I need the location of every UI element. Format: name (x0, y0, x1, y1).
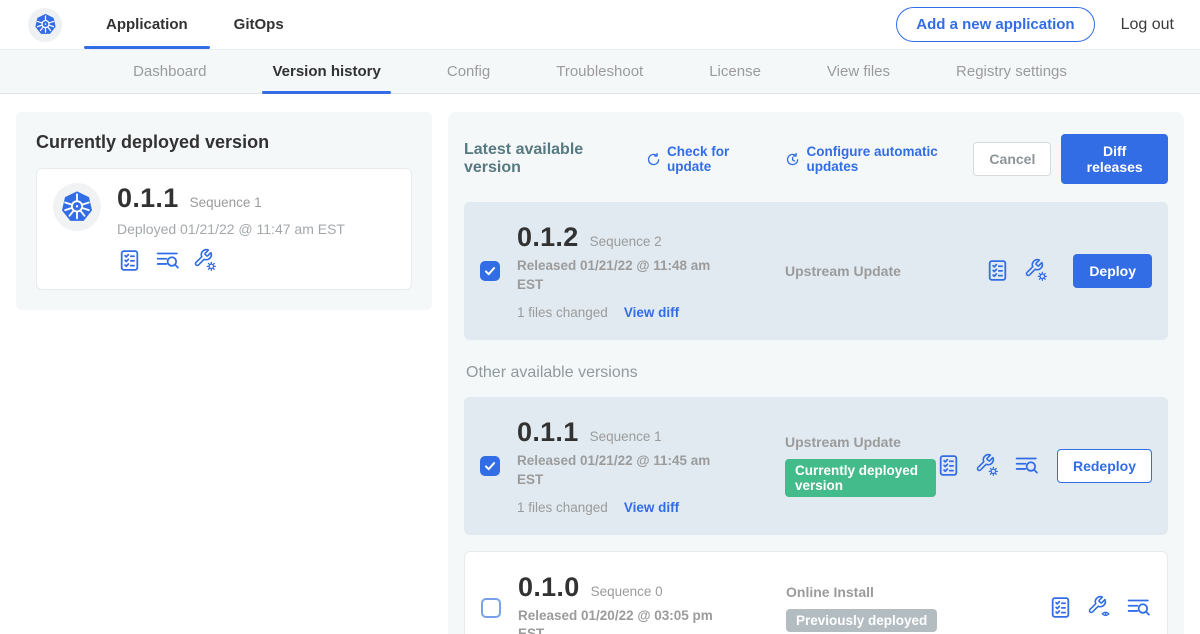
currently-deployed-panel: Currently deployed version 0.1.1 Sequenc… (16, 112, 432, 310)
tab-application-label: Application (106, 16, 188, 33)
config-wrench-eye-icon[interactable] (1087, 595, 1112, 620)
currently-deployed-badge: Currently deployed version (785, 459, 936, 497)
latest-version-title: Latest available version (464, 141, 626, 177)
app-sub-nav: Dashboard Version history Config Trouble… (0, 50, 1200, 94)
tab-gitops[interactable]: GitOps (228, 0, 290, 49)
source-label: Online Install (786, 584, 1048, 600)
released-date: Released 01/21/22 @ 11:48 am EST (517, 257, 713, 295)
other-versions-title: Other available versions (466, 364, 1166, 382)
add-application-button[interactable]: Add a new application (896, 7, 1094, 42)
tab-application[interactable]: Application (100, 0, 194, 49)
deploy-logs-icon[interactable] (1014, 453, 1039, 478)
subnav-item-license[interactable]: License (699, 50, 771, 93)
config-wrench-gear-icon[interactable] (1024, 258, 1049, 283)
version-number: 0.1.0 (518, 572, 580, 603)
view-diff-link[interactable]: View diff (624, 305, 679, 320)
preflight-checklist-icon[interactable] (985, 258, 1010, 283)
check-icon (483, 459, 497, 473)
logout-button[interactable]: Log out (1121, 16, 1174, 34)
config-wrench-gear-icon[interactable] (975, 453, 1000, 478)
version-number: 0.1.1 (517, 417, 579, 448)
kubernetes-app-icon (53, 183, 101, 231)
sequence-label: Sequence 0 (591, 584, 663, 599)
deployed-sequence-label: Sequence 1 (190, 195, 262, 210)
refresh-icon (646, 151, 661, 168)
subnav-item-dashboard[interactable]: Dashboard (123, 50, 216, 93)
clock-refresh-icon (785, 151, 800, 168)
top-nav: Application GitOps Add a new application… (0, 0, 1200, 50)
subnav-item-version-history[interactable]: Version history (262, 50, 390, 93)
version-row-0-1-0: 0.1.0 Sequence 0 Released 01/20/22 @ 03:… (464, 551, 1168, 634)
subnav-item-view-files[interactable]: View files (817, 50, 900, 93)
sequence-label: Sequence 1 (590, 429, 662, 444)
released-date: Released 01/20/22 @ 03:05 pm EST (518, 607, 714, 634)
kubernetes-logo-icon (28, 8, 62, 42)
version-checkbox[interactable] (481, 598, 501, 618)
diff-releases-button[interactable]: Diff releases (1061, 134, 1168, 184)
version-number: 0.1.2 (517, 222, 579, 253)
redeploy-button[interactable]: Redeploy (1057, 449, 1152, 483)
configure-auto-updates-link[interactable]: Configure automatic updates (785, 144, 973, 174)
latest-version-header: Latest available version Check for updat… (464, 134, 1168, 184)
sequence-label: Sequence 2 (590, 234, 662, 249)
tab-gitops-label: GitOps (234, 16, 284, 33)
source-label: Upstream Update (785, 263, 985, 279)
subnav-item-registry-settings[interactable]: Registry settings (946, 50, 1077, 93)
deploy-logs-icon[interactable] (155, 248, 180, 273)
version-checkbox[interactable] (480, 456, 500, 476)
version-history-panel: Latest available version Check for updat… (448, 112, 1184, 634)
view-diff-link[interactable]: View diff (624, 500, 679, 515)
deploy-button[interactable]: Deploy (1073, 254, 1152, 288)
preflight-checklist-icon[interactable] (117, 248, 142, 273)
check-icon (483, 264, 497, 278)
version-row-0-1-2: 0.1.2 Sequence 2 Released 01/21/22 @ 11:… (464, 202, 1168, 340)
currently-deployed-card: 0.1.1 Sequence 1 Deployed 01/21/22 @ 11:… (36, 168, 412, 290)
config-wrench-gear-icon[interactable] (193, 248, 218, 273)
released-date: Released 01/21/22 @ 11:45 am EST (517, 452, 713, 490)
deployed-version-number: 0.1.1 (117, 183, 179, 214)
version-checkbox[interactable] (480, 261, 500, 281)
main-content: Currently deployed version 0.1.1 Sequenc… (0, 94, 1200, 634)
deploy-logs-icon[interactable] (1126, 595, 1151, 620)
version-row-0-1-1: 0.1.1 Sequence 1 Released 01/21/22 @ 11:… (464, 397, 1168, 535)
currently-deployed-title: Currently deployed version (36, 132, 412, 153)
files-changed-label: 1 files changed (517, 305, 608, 320)
source-label: Upstream Update (785, 434, 936, 450)
check-for-update-link[interactable]: Check for update (646, 144, 766, 174)
preflight-checklist-icon[interactable] (936, 453, 961, 478)
subnav-item-troubleshoot[interactable]: Troubleshoot (546, 50, 653, 93)
cancel-button[interactable]: Cancel (973, 142, 1051, 176)
deployed-date: Deployed 01/21/22 @ 11:47 am EST (117, 221, 345, 237)
top-tabs: Application GitOps (100, 0, 290, 49)
subnav-item-config[interactable]: Config (437, 50, 500, 93)
previously-deployed-badge: Previously deployed (786, 609, 937, 632)
preflight-checklist-icon[interactable] (1048, 595, 1073, 620)
files-changed-label: 1 files changed (517, 500, 608, 515)
top-right-actions: Add a new application Log out (896, 7, 1174, 42)
